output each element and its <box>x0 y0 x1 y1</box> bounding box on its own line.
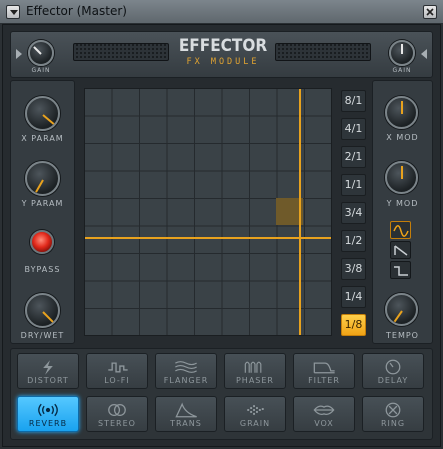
tempo-knob[interactable] <box>385 293 418 326</box>
x-param-knob[interactable] <box>25 96 60 131</box>
sine-wave-icon <box>393 225 409 237</box>
clock-icon <box>385 359 401 375</box>
effect-delay-button[interactable]: DELAY <box>362 353 424 389</box>
brand-title: EFFECTOR <box>178 36 268 56</box>
ring-mod-icon <box>385 402 401 418</box>
effect-reverb-button[interactable]: REVERB <box>17 396 79 432</box>
phaser-wave-icon <box>244 361 262 373</box>
effect-stereo-button[interactable]: STEREO <box>86 396 148 432</box>
rate-button-1-1[interactable]: 1/1 <box>341 174 366 196</box>
lips-icon <box>313 405 335 415</box>
effect-label: PHASER <box>235 376 274 385</box>
y-param-knob[interactable] <box>25 161 60 196</box>
grain-dots-icon <box>247 405 264 415</box>
rate-button-1-2[interactable]: 1/2 <box>341 230 366 252</box>
effect-ring-button[interactable]: RING <box>362 396 424 432</box>
prev-preset-arrow-icon[interactable] <box>16 49 22 59</box>
effect-label: GRAIN <box>239 419 271 428</box>
y-mod-label: Y MOD <box>386 199 419 208</box>
stereo-circles-icon <box>108 404 126 416</box>
effect-label: FILTER <box>308 376 340 385</box>
effect-label: RING <box>380 419 406 428</box>
y-param-label: Y PARAM <box>21 199 64 208</box>
transient-envelope-icon <box>175 402 197 418</box>
output-gain-label: GAIN <box>392 67 412 74</box>
effect-label: LO-FI <box>104 376 130 385</box>
xy-pad-crosshair-horizontal <box>85 236 331 239</box>
input-gain-knob[interactable] <box>28 40 54 66</box>
effect-lofi-button[interactable]: LO-FI <box>86 353 148 389</box>
close-button[interactable] <box>423 5 437 19</box>
dry-wet-knob[interactable] <box>25 293 60 328</box>
rate-button-2-1[interactable]: 2/1 <box>341 146 366 168</box>
lfo-sine-button[interactable] <box>390 221 411 239</box>
lightning-icon <box>43 360 53 375</box>
header-strip: GAIN EFFECTOR FX MODULE GAIN <box>10 31 433 78</box>
window-menu-button[interactable] <box>6 5 20 19</box>
dry-wet-label: DRY/WET <box>20 331 65 340</box>
effect-filter-button[interactable]: FILTER <box>293 353 355 389</box>
tempo-label: TEMPO <box>386 331 419 340</box>
xy-pad-crosshair-vertical <box>299 89 302 335</box>
lofi-wave-icon <box>108 362 128 373</box>
effect-distort-button[interactable]: DISTORT <box>17 353 79 389</box>
input-gain-label: GAIN <box>31 67 51 74</box>
effect-label: STEREO <box>98 419 136 428</box>
effect-phaser-button[interactable]: PHASER <box>224 353 286 389</box>
window-title: Effector (Master) <box>26 4 127 18</box>
broadcast-icon <box>38 403 58 417</box>
effect-label: FLANGER <box>163 376 209 385</box>
rate-button-1-4[interactable]: 1/4 <box>341 286 366 308</box>
rate-button-1-8[interactable]: 1/8 <box>341 314 366 336</box>
effect-flanger-button[interactable]: FLANGER <box>155 353 217 389</box>
title-bar: Effector (Master) <box>0 0 443 24</box>
bypass-button[interactable] <box>30 230 54 254</box>
rate-button-3-4[interactable]: 3/4 <box>341 202 366 224</box>
effect-label: VOX <box>314 419 334 428</box>
brand-subtitle: FX MODULE <box>186 57 260 67</box>
xy-pad[interactable] <box>84 88 332 336</box>
effect-label: TRANS <box>170 419 202 428</box>
brand-logo: EFFECTOR FX MODULE <box>161 36 285 67</box>
output-gain-knob[interactable] <box>389 40 415 66</box>
lfo-square-button[interactable] <box>390 261 411 279</box>
x-mod-knob[interactable] <box>385 96 418 129</box>
vu-meter-left <box>73 43 169 61</box>
square-wave-icon <box>394 266 408 276</box>
bypass-label: BYPASS <box>24 265 61 274</box>
effect-label: DISTORT <box>27 376 69 385</box>
effect-vox-button[interactable]: VOX <box>293 396 355 432</box>
flanger-wave-icon <box>175 361 197 373</box>
effect-label: REVERB <box>28 419 68 428</box>
rate-button-8-1[interactable]: 8/1 <box>341 90 366 112</box>
next-preset-arrow-icon[interactable] <box>421 49 427 59</box>
effect-trans-button[interactable]: TRANS <box>155 396 217 432</box>
rate-button-3-8[interactable]: 3/8 <box>341 258 366 280</box>
close-icon <box>426 8 434 16</box>
filter-curve-icon <box>313 362 335 374</box>
saw-wave-icon <box>394 245 408 256</box>
x-param-label: X PARAM <box>21 134 64 143</box>
effect-grain-button[interactable]: GRAIN <box>224 396 286 432</box>
rate-button-4-1[interactable]: 4/1 <box>341 118 366 140</box>
lfo-saw-button[interactable] <box>390 241 411 259</box>
effect-label: DELAY <box>377 376 409 385</box>
y-mod-knob[interactable] <box>385 161 418 194</box>
vu-meter-right <box>275 43 371 61</box>
x-mod-label: X MOD <box>386 133 419 142</box>
